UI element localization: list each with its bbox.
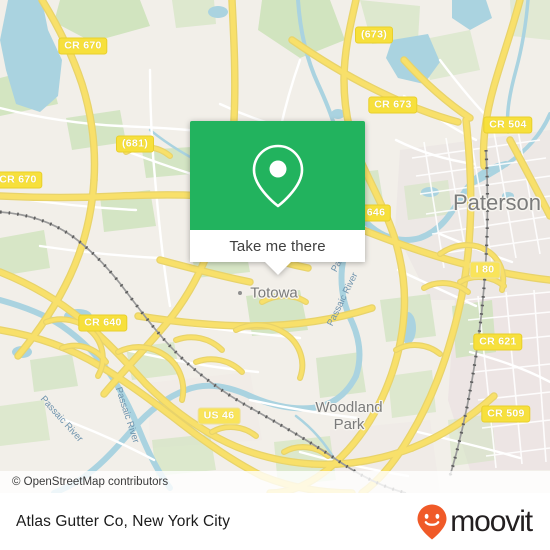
- road-shield-i80: I 80: [469, 261, 501, 279]
- moovit-smiling-pin-icon: [417, 504, 447, 539]
- footer-bar: Atlas Gutter Co, New York City moovit: [0, 493, 550, 550]
- road-shield-cr509: CR 509: [481, 405, 531, 423]
- road-shield-673: (673): [354, 26, 394, 44]
- road-shield-681: (681): [115, 135, 155, 153]
- place-label-woodland-park: Woodland Park: [315, 399, 383, 434]
- location-popup-card[interactable]: Take me there: [190, 121, 365, 275]
- map-pin-icon: [252, 144, 303, 207]
- road-shield-cr670-west: CR 670: [0, 171, 43, 189]
- road-shield-cr670-north: CR 670: [58, 37, 108, 55]
- road-shield-cr621: CR 621: [473, 333, 523, 351]
- map-attribution-bar: © OpenStreetMap contributors: [0, 471, 550, 493]
- popup-action-row[interactable]: Take me there: [190, 230, 365, 275]
- road-shield-us46: US 46: [197, 407, 241, 425]
- map-canvas[interactable]: CR 670 (673) CR 673 CR 504 (681) CR 670 …: [0, 0, 550, 493]
- popup-header: [190, 121, 365, 230]
- moovit-map-screenshot: CR 670 (673) CR 673 CR 504 (681) CR 670 …: [0, 0, 550, 550]
- popup-pointer: [263, 261, 292, 275]
- place-label-woodland-park-line2: Park: [333, 416, 365, 433]
- place-marker-totowa: [238, 291, 242, 295]
- osm-attribution-text[interactable]: © OpenStreetMap contributors: [12, 476, 168, 488]
- moovit-logo[interactable]: moovit: [416, 503, 533, 541]
- road-shield-cr640: CR 640: [78, 314, 128, 332]
- place-label-woodland-park-line1: Woodland: [315, 399, 383, 417]
- moovit-wordmark: moovit: [450, 504, 533, 538]
- road-shield-646: 646: [360, 204, 392, 222]
- place-label-totowa: Totowa: [250, 284, 298, 302]
- location-title: Atlas Gutter Co, New York City: [16, 512, 231, 530]
- road-shield-cr504: CR 504: [483, 116, 533, 134]
- road-shield-cr673: CR 673: [368, 96, 418, 114]
- take-me-there-button-label: Take me there: [229, 237, 326, 255]
- place-label-paterson: Paterson: [452, 190, 542, 215]
